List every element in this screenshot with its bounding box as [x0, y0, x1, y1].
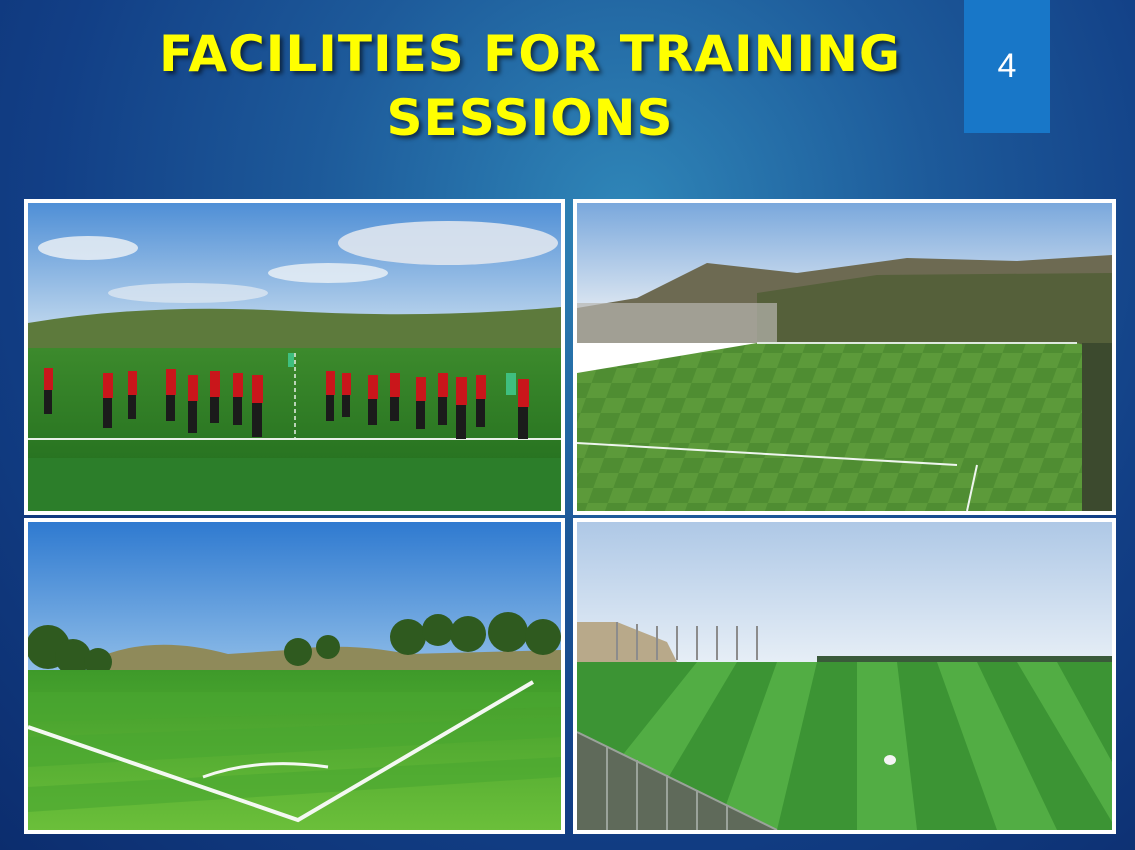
slide-title-line-2: SESSIONS: [386, 89, 674, 147]
striped-pitch-image: [577, 522, 1112, 830]
slide-title: FACILITIES FOR TRAINING SESSIONS: [120, 22, 940, 150]
photo-valley-pitch: [573, 199, 1116, 515]
photo-corner-pitch: [24, 518, 565, 834]
team-training-image: [28, 203, 561, 511]
slide-title-line-1: FACILITIES FOR TRAINING: [159, 25, 901, 83]
photo-team-training: [24, 199, 565, 515]
corner-pitch-image: [28, 522, 561, 830]
page-number-badge: 4: [964, 0, 1050, 133]
photo-striped-pitch: [573, 518, 1116, 834]
valley-pitch-image: [577, 203, 1112, 511]
page-number: 4: [997, 47, 1017, 85]
